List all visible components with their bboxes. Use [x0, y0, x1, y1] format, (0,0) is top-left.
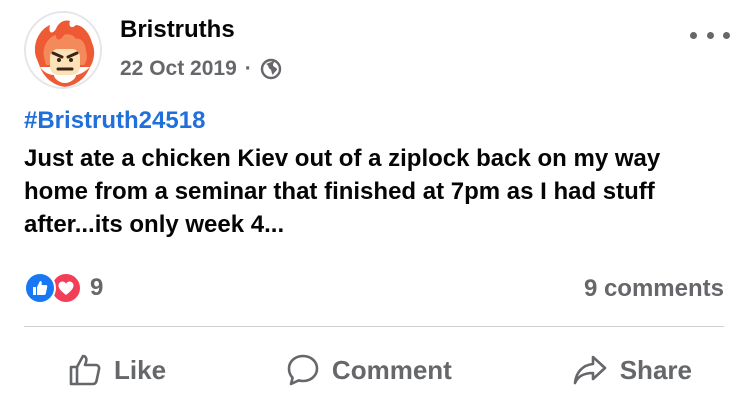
- action-bar: Like Comment Share: [24, 345, 724, 395]
- thumbs-up-icon: [69, 354, 101, 386]
- post-text: Just ate a chicken Kiev out of a ziplock…: [24, 145, 661, 238]
- share-label: Share: [619, 354, 692, 385]
- like-label: Like: [114, 354, 167, 385]
- dot-icon: [723, 31, 730, 39]
- reaction-count: 9: [90, 274, 104, 301]
- dot-icon: [706, 31, 714, 39]
- post-meta: 22 Oct 2019 ·: [120, 57, 282, 81]
- like-reaction-icon: [24, 272, 56, 304]
- like-button[interactable]: Like: [68, 353, 166, 387]
- comment-bubble-icon: [287, 354, 319, 386]
- post-date[interactable]: 22 Oct 2019: [120, 57, 237, 81]
- comment-button[interactable]: Comment: [286, 353, 452, 387]
- author-name[interactable]: Bristruths: [120, 16, 235, 44]
- share-button[interactable]: Share: [572, 353, 692, 387]
- reactions-summary[interactable]: 9: [24, 272, 103, 304]
- more-options-button[interactable]: [690, 20, 730, 50]
- meta-separator: ·: [244, 57, 252, 80]
- comment-label: Comment: [331, 354, 452, 385]
- comments-count-link[interactable]: 9 comments: [584, 275, 724, 303]
- dot-icon: [690, 31, 697, 39]
- hashtag-link[interactable]: #Bristruth24518: [24, 107, 205, 135]
- divider: [24, 326, 724, 327]
- avatar[interactable]: [24, 11, 102, 89]
- globe-icon[interactable]: [260, 58, 282, 80]
- share-arrow-icon: [573, 355, 607, 385]
